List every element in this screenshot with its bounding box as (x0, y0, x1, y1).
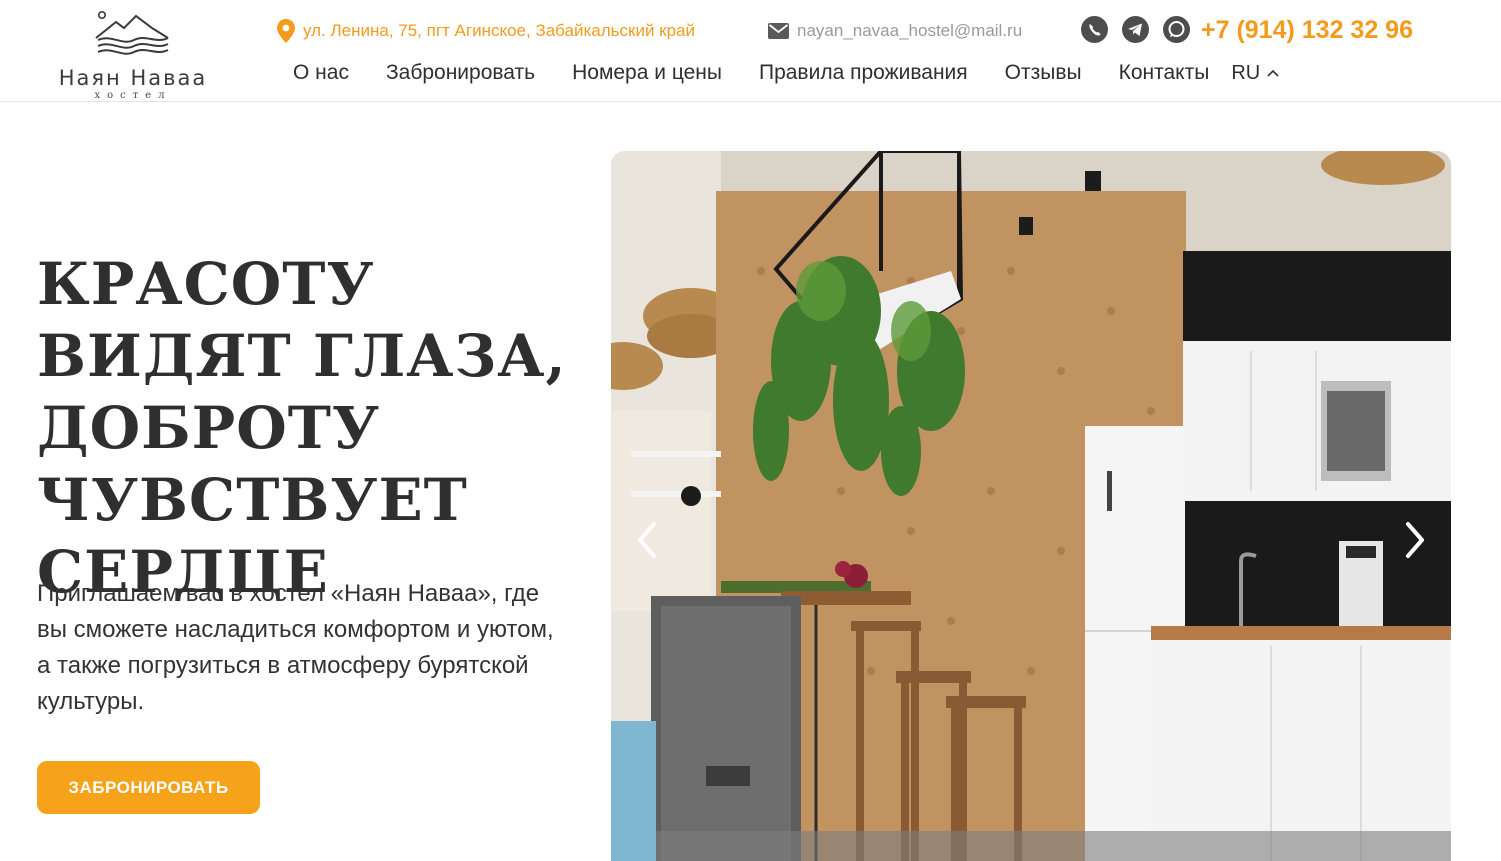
address[interactable]: ул. Ленина, 75, пгт Агинское, Забайкальс… (277, 18, 695, 44)
book-button[interactable]: ЗАБРОНИРОВАТЬ (37, 761, 260, 814)
site-header: Наян Наваа хостел ул. Ленина, 75, пгт Аг… (0, 0, 1501, 102)
photo-slider[interactable] (611, 151, 1451, 861)
contact-bar: ул. Ленина, 75, пгт Агинское, Забайкальс… (0, 0, 1501, 60)
nav-item-reviews[interactable]: Отзывы (1005, 61, 1082, 85)
slider-prev-arrow-icon[interactable] (632, 520, 662, 560)
nav-item-rules[interactable]: Правила проживания (759, 61, 968, 85)
email[interactable]: nayan_navaa_hostel@mail.ru (768, 18, 1022, 44)
whatsapp-icon[interactable] (1163, 16, 1190, 43)
language-label: RU (1231, 61, 1261, 84)
address-text: ул. Ленина, 75, пгт Агинское, Забайкальс… (303, 21, 696, 40)
hostel-kitchen-photo (611, 151, 1451, 861)
mail-icon (768, 23, 789, 39)
nav-item-booking[interactable]: Забронировать (386, 61, 535, 85)
hero-description: Приглашаем вас в хостел «Наян Наваа», гд… (37, 580, 554, 715)
main-nav: О нас Забронировать Номера и цены Правил… (293, 58, 1279, 88)
nav-item-about[interactable]: О нас (293, 61, 349, 85)
telegram-icon[interactable] (1122, 16, 1149, 43)
chevron-up-icon (1267, 69, 1279, 77)
phone-link[interactable]: +7 (914) 132 32 96 (1201, 16, 1413, 45)
logo-subtitle: хостел (94, 90, 172, 101)
nav-item-rooms-prices[interactable]: Номера и цены (572, 61, 722, 85)
hero-title: Красоту видят глаза, доброту чувствует с… (37, 250, 567, 606)
nav-item-contacts[interactable]: Контакты (1119, 61, 1210, 85)
email-text: nayan_navaa_hostel@mail.ru (797, 21, 1023, 40)
social-links (1081, 16, 1190, 43)
viber-icon[interactable] (1081, 16, 1108, 43)
logo-name: Наян Наваа (58, 66, 208, 90)
slider-next-arrow-icon[interactable] (1400, 520, 1430, 560)
language-switcher[interactable]: RU (1231, 62, 1279, 85)
map-pin-icon (277, 19, 295, 43)
